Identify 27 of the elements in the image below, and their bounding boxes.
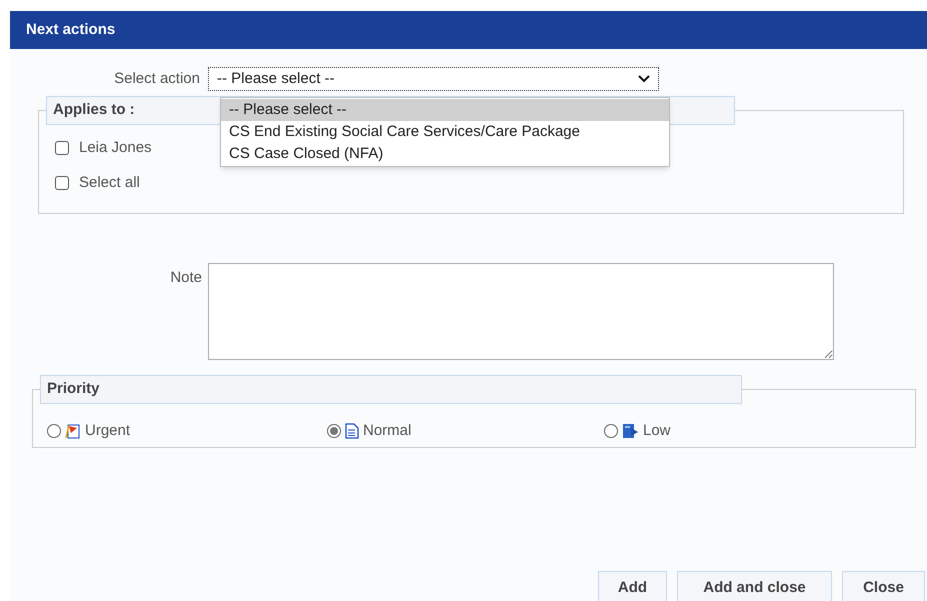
action-button[interactable]: Add and close — [677, 571, 832, 601]
section-legend: Applies to : — [53, 99, 135, 122]
dropdown-option[interactable]: -- Please select -- — [221, 99, 669, 121]
radio-label: Normal — [363, 420, 412, 441]
note-field[interactable] — [208, 263, 834, 360]
radio-button[interactable] — [327, 424, 341, 438]
action-select[interactable]: -- Please select -- — [208, 67, 659, 91]
action-button[interactable]: Add — [598, 571, 667, 601]
document-icon — [345, 423, 359, 439]
document-arrow-icon — [622, 423, 639, 439]
flag-document-icon — [65, 423, 81, 439]
radio-label: Urgent — [85, 420, 130, 441]
dropdown-option[interactable]: CS Case Closed (NFA) — [221, 143, 669, 165]
header-title: Next actions — [26, 20, 116, 40]
checkbox-label: Leia Jones — [79, 138, 152, 158]
field-label: Note — [169, 268, 203, 288]
checkbox[interactable] — [55, 141, 69, 156]
field-label: Select action — [113, 68, 201, 89]
dropdown-option[interactable]: CS End Existing Social Care Services/Care Package — [221, 121, 669, 143]
checkbox[interactable] — [55, 176, 69, 190]
action-button[interactable]: Close — [842, 571, 925, 601]
section-legend: Priority — [47, 378, 100, 401]
radio-button[interactable] — [47, 424, 61, 438]
radio-button[interactable] — [604, 424, 618, 438]
chevron-down-icon — [638, 75, 650, 83]
radio-label: Low — [643, 420, 671, 441]
checkbox-label: Select all — [79, 172, 140, 192]
